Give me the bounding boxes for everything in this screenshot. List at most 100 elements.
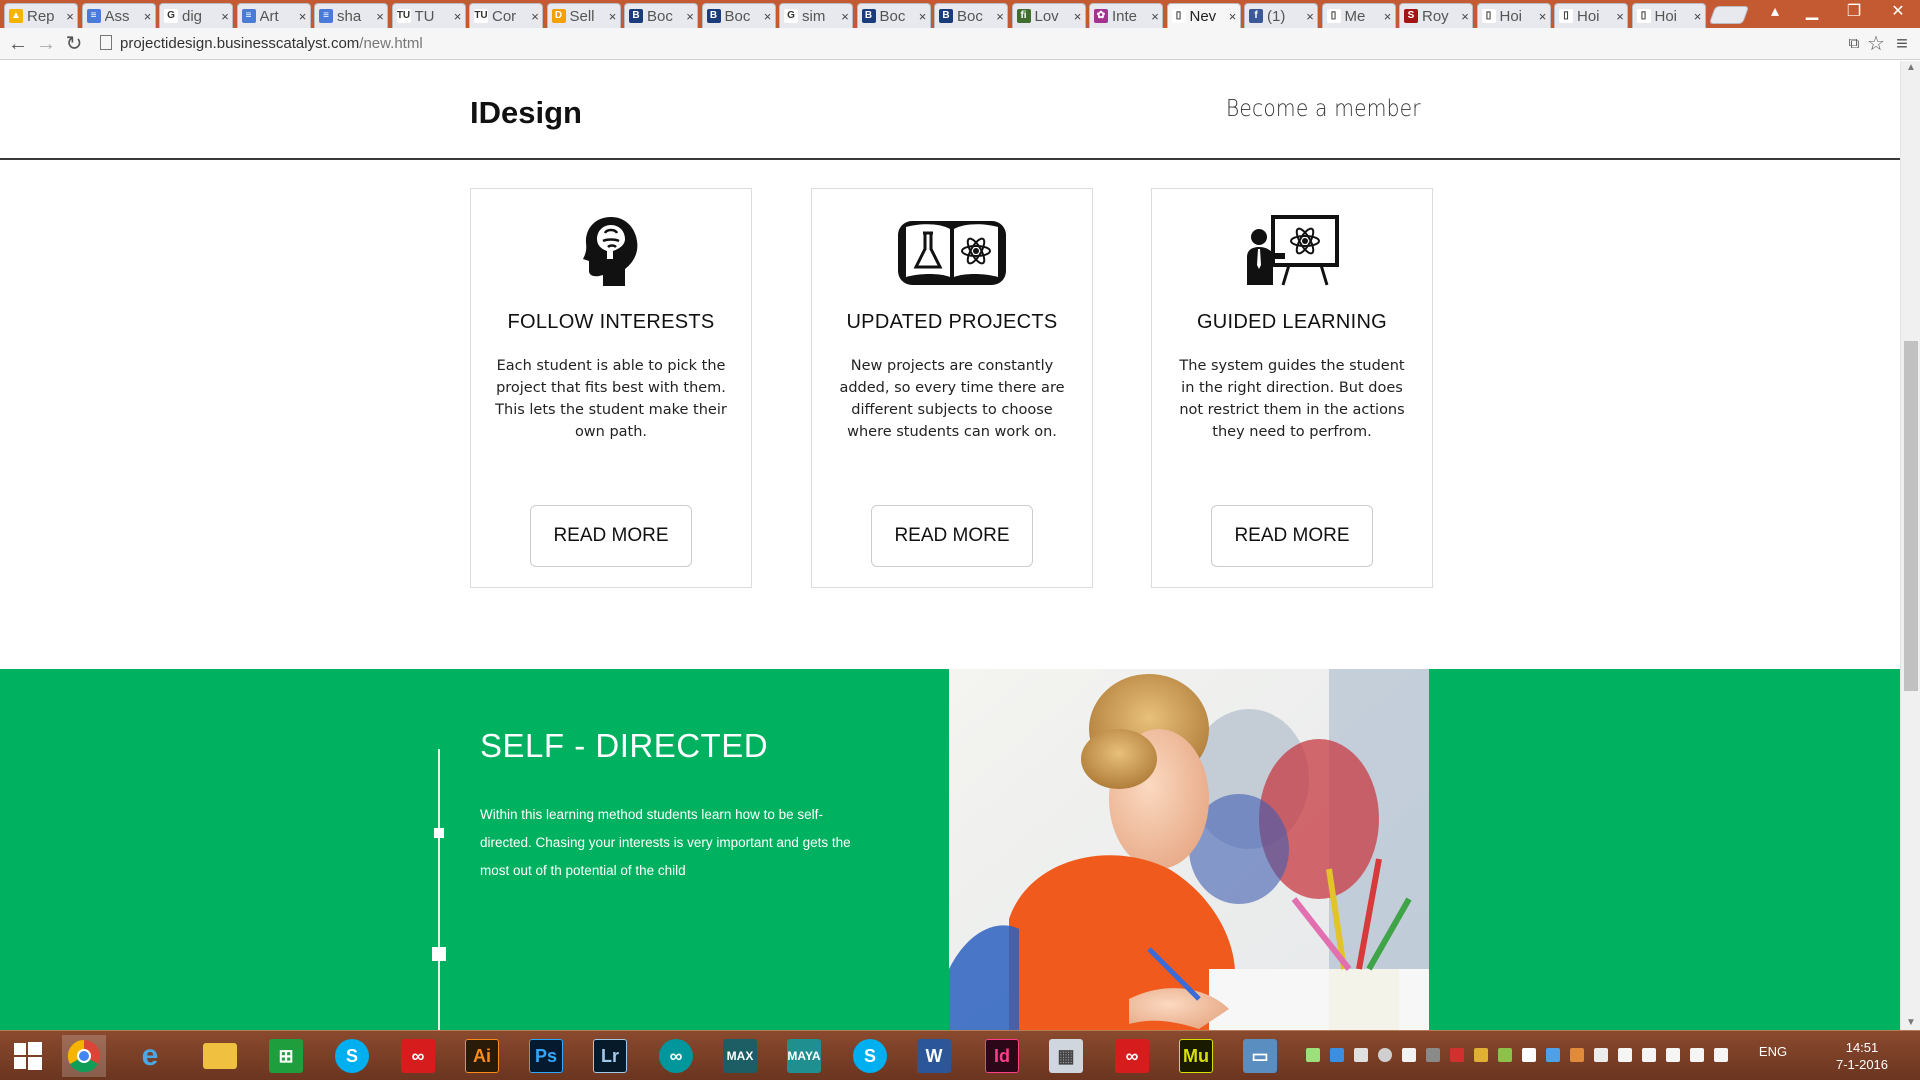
close-window-button[interactable]: ✕ [1876, 0, 1920, 24]
browser-tab[interactable]: ✿ Inte × [1089, 3, 1163, 28]
chrome-icon[interactable] [62, 1035, 106, 1077]
scroll-up-icon[interactable]: ▲ [1901, 61, 1920, 75]
browser-tab[interactable]: ▲ Rep × [4, 3, 78, 28]
action-center-flag-icon[interactable] [1642, 1048, 1656, 1062]
tab-close-icon[interactable]: × [373, 9, 387, 24]
onedrive-icon[interactable] [1402, 1048, 1416, 1062]
browser-tab[interactable]: B Boc × [934, 3, 1008, 28]
browser-tab[interactable]: B Boc × [856, 3, 931, 28]
timeline-dot[interactable] [434, 828, 444, 838]
tab-close-icon[interactable]: × [683, 9, 697, 24]
maximize-button[interactable]: ❐ [1834, 0, 1874, 24]
tray-app-icon[interactable] [1546, 1048, 1560, 1062]
tray-app-icon[interactable] [1522, 1048, 1536, 1062]
tab-close-icon[interactable]: × [1148, 9, 1162, 24]
maya-icon[interactable]: MAYA [782, 1035, 826, 1077]
timeline-dot-active[interactable] [432, 947, 446, 961]
tab-close-icon[interactable]: × [1071, 9, 1085, 24]
tab-close-icon[interactable]: × [606, 9, 620, 24]
arduino-icon[interactable]: ∞ [654, 1035, 698, 1077]
tab-close-icon[interactable]: × [1458, 9, 1472, 24]
browser-tab[interactable]: ≡ sha × [314, 3, 388, 28]
browser-tab[interactable]: ▯ Hoi × [1631, 3, 1706, 28]
site-brand[interactable]: IDesign [470, 95, 582, 131]
indesign-icon[interactable]: Id [980, 1035, 1024, 1077]
skype-icon[interactable]: S [848, 1035, 892, 1077]
tray-app-icon[interactable] [1570, 1048, 1584, 1062]
read-more-button[interactable]: READ MORE [530, 505, 692, 567]
scrollbar-thumb[interactable] [1904, 341, 1918, 691]
menu-icon[interactable]: ≡ [1890, 32, 1914, 56]
illustrator-icon[interactable]: Ai [460, 1035, 504, 1077]
tab-close-icon[interactable]: × [1691, 9, 1705, 24]
lightroom-icon[interactable]: Lr [588, 1035, 632, 1077]
tray-app-icon[interactable] [1594, 1048, 1608, 1062]
volume-icon[interactable] [1714, 1048, 1728, 1062]
read-more-button[interactable]: READ MORE [871, 505, 1033, 567]
file-explorer-icon[interactable] [198, 1035, 242, 1077]
acrobat-icon[interactable] [1450, 1048, 1464, 1062]
tab-close-icon[interactable]: × [761, 9, 775, 24]
tab-close-icon[interactable]: × [451, 9, 465, 24]
forward-icon[interactable]: → [34, 32, 58, 56]
word-icon[interactable]: W [912, 1035, 956, 1077]
minimize-button[interactable]: ▁ [1792, 0, 1832, 24]
input-language[interactable]: ENG [1748, 1031, 1798, 1073]
browser-tab[interactable]: Gsim × [779, 3, 853, 28]
browser-tab[interactable]: f (1) × [1244, 3, 1318, 28]
browser-tab[interactable]: B Boc × [701, 3, 776, 28]
dropbox-icon[interactable] [1354, 1048, 1368, 1062]
scroll-down-icon[interactable]: ▼ [1901, 1016, 1920, 1030]
tab-close-icon[interactable]: × [528, 9, 542, 24]
tab-close-icon[interactable]: × [1381, 9, 1395, 24]
browser-tab[interactable]: Gdig × [159, 3, 233, 28]
tray-app-icon[interactable] [1474, 1048, 1488, 1062]
browser-tab[interactable]: ▯ Nev × [1166, 3, 1241, 28]
tray-app-icon[interactable] [1426, 1048, 1440, 1062]
browser-tab[interactable]: TU Cor × [469, 3, 543, 28]
tab-close-icon[interactable]: × [916, 9, 930, 24]
store-icon[interactable]: ⊞ [264, 1035, 308, 1077]
internet-explorer-icon[interactable]: e [128, 1035, 172, 1077]
calculator-icon[interactable]: ▦ [1044, 1035, 1088, 1077]
windows-start-icon[interactable] [6, 1035, 50, 1077]
system-clock[interactable]: 14:51 7-1-2016 [1822, 1039, 1902, 1073]
tab-close-icon[interactable]: × [1613, 9, 1627, 24]
tray-app-icon[interactable] [1498, 1048, 1512, 1062]
tab-close-icon[interactable]: × [63, 9, 77, 24]
tab-close-icon[interactable]: × [993, 9, 1007, 24]
tray-app-icon[interactable] [1306, 1048, 1320, 1062]
translate-icon[interactable]: ⧉ [1842, 32, 1866, 56]
skype-icon[interactable]: S [330, 1035, 374, 1077]
browser-tab[interactable]: B Boc × [624, 3, 698, 28]
photos-icon[interactable]: ▭ [1238, 1035, 1282, 1077]
tab-close-icon[interactable]: × [1536, 9, 1550, 24]
network-icon[interactable] [1690, 1048, 1704, 1062]
back-icon[interactable]: ← [6, 32, 30, 56]
creative-cloud-icon[interactable]: ∞ [1110, 1035, 1154, 1077]
tab-close-icon[interactable]: × [1226, 9, 1240, 24]
browser-tab[interactable]: D Sell × [546, 3, 621, 28]
browser-tab[interactable]: ≡ Ass × [81, 3, 156, 28]
tray-app-icon[interactable] [1378, 1048, 1392, 1062]
browser-tab[interactable]: ▯ Me × [1321, 3, 1396, 28]
read-more-button[interactable]: READ MORE [1211, 505, 1373, 567]
reload-icon[interactable]: ↻ [62, 32, 86, 56]
battery-icon[interactable] [1666, 1048, 1680, 1062]
muse-icon[interactable]: Mu [1174, 1035, 1218, 1077]
browser-tab[interactable]: ▯ Hoi × [1476, 3, 1551, 28]
bluetooth-icon[interactable] [1618, 1048, 1632, 1062]
photoshop-icon[interactable]: Ps [524, 1035, 568, 1077]
browser-tab[interactable]: S Roy × [1399, 3, 1473, 28]
tab-close-icon[interactable]: × [838, 9, 852, 24]
browser-tab[interactable]: TU TU × [391, 3, 466, 28]
become-member-link[interactable]: Become a member [1226, 96, 1421, 122]
new-tab-button[interactable] [1708, 6, 1750, 24]
bookmark-star-icon[interactable]: ☆ [1864, 32, 1888, 56]
tab-close-icon[interactable]: × [296, 9, 310, 24]
tab-close-icon[interactable]: × [141, 9, 155, 24]
tab-close-icon[interactable]: × [218, 9, 232, 24]
creative-cloud-icon[interactable]: ∞ [396, 1035, 440, 1077]
vertical-scrollbar[interactable]: ▲ ▼ [1900, 61, 1920, 1030]
address-bar[interactable]: projectidesign.businesscatalyst.com/new.… [100, 32, 1840, 56]
